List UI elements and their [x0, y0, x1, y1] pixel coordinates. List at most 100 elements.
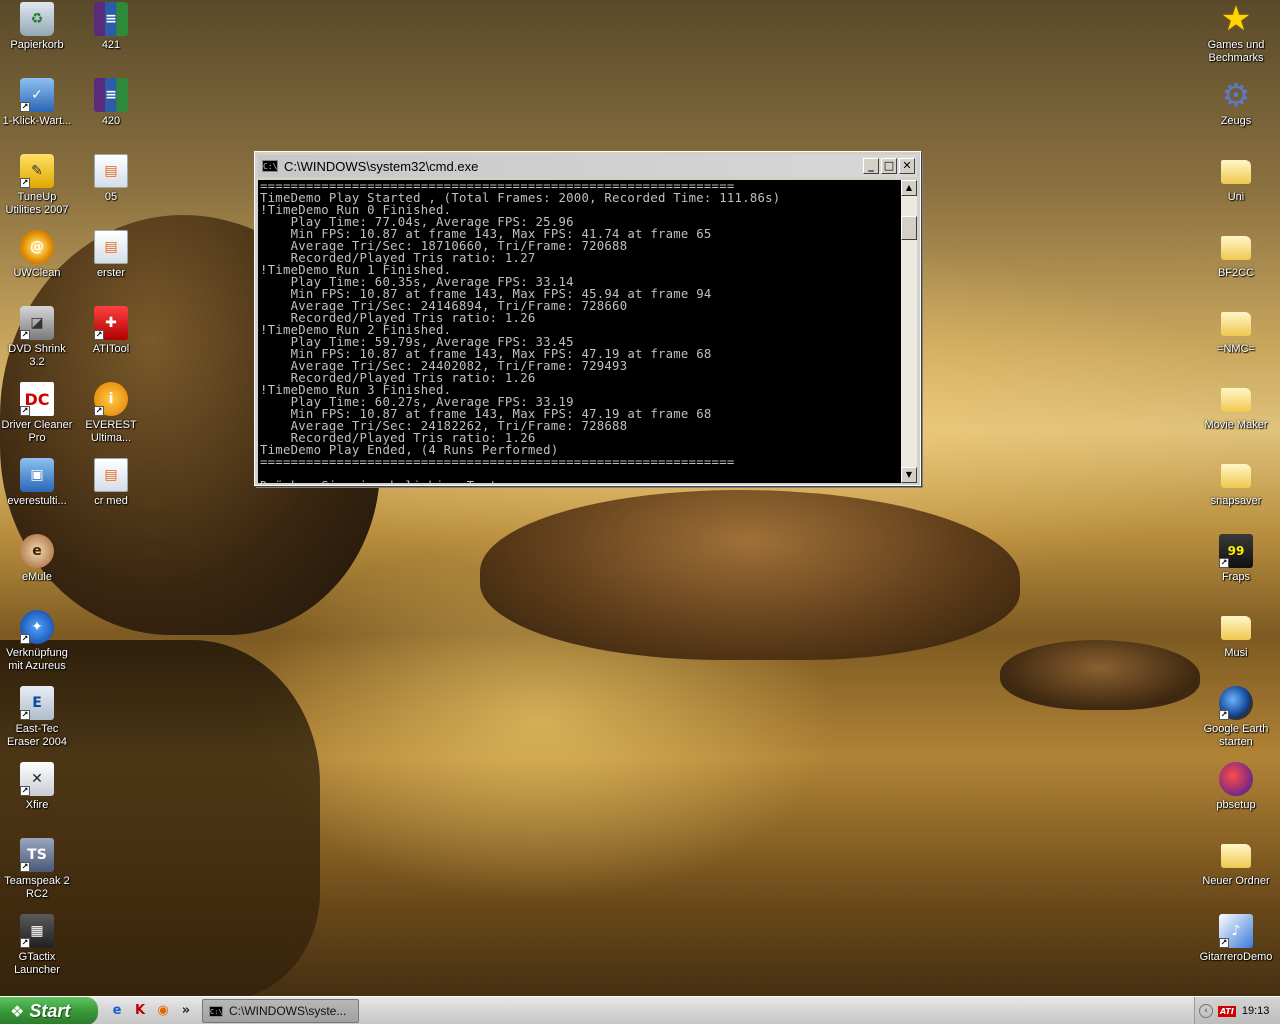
start-button[interactable]: ❖ Start: [0, 997, 98, 1024]
desktop-icon[interactable]: Movie Maker: [1199, 382, 1273, 432]
desktop-icon[interactable]: BF2CC: [1199, 230, 1273, 280]
more-chevron-icon[interactable]: »: [177, 1002, 195, 1020]
desktop-icon[interactable]: ✕ ↗ Xfire: [0, 762, 74, 812]
desktop-icon[interactable]: ✓ ↗ 1-Klick-Wart...: [0, 78, 74, 128]
internet-explorer-icon[interactable]: e: [108, 1002, 126, 1020]
kaspersky-icon[interactable]: K: [131, 1002, 149, 1020]
tuneup-oneclick-icon: ✓ ↗: [20, 78, 54, 112]
scroll-down-button[interactable]: ▼: [901, 467, 917, 483]
desktop-icon[interactable]: ♪ ↗ GitarreroDemo: [1199, 914, 1273, 964]
desktop-icon[interactable]: Uni: [1199, 154, 1273, 204]
shortcut-arrow-icon: ↗: [94, 406, 104, 416]
cmd-titlebar[interactable]: C:\ C:\WINDOWS\system32\cmd.exe _ □ ✕: [258, 155, 917, 177]
desktop-icon[interactable]: 99 ↗ Fraps: [1199, 534, 1273, 584]
desktop-icon[interactable]: ♻ Papierkorb: [0, 2, 74, 52]
system-tray: ‹ ATI 19:13: [1194, 997, 1280, 1024]
desktop-icon[interactable]: Musi: [1199, 610, 1273, 660]
close-button[interactable]: ✕: [899, 158, 915, 174]
desktop-icon[interactable]: ▦ ↗ GTactix Launcher: [0, 914, 74, 977]
east-tec-eraser-icon: E ↗: [20, 686, 54, 720]
desktop-icon[interactable]: i ↗ EVEREST Ultima...: [74, 382, 148, 445]
desktop-icon[interactable]: ✎ ↗ TuneUp Utilities 2007: [0, 154, 74, 217]
desktop-icon[interactable]: ▣ everestulti...: [0, 458, 74, 508]
desktop-icon[interactable]: ↗ Google Earth starten: [1199, 686, 1273, 749]
desktop-icon[interactable]: Neuer Ordner: [1199, 838, 1273, 888]
desktop-icon[interactable]: ≡ 421: [74, 2, 148, 52]
dvd-shrink-icon: ◪ ↗: [20, 306, 54, 340]
desktop-icon[interactable]: ▤ 05: [74, 154, 148, 204]
wallpaper-rock-center: [480, 490, 1020, 660]
desktop-icon[interactable]: snapsaver: [1199, 458, 1273, 508]
scroll-thumb[interactable]: [901, 216, 917, 240]
fraps-icon: 99 ↗: [1219, 534, 1253, 568]
desktop-icon-label: 1-Klick-Wart...: [2, 115, 72, 127]
shortcut-arrow-icon: ↗: [1219, 558, 1229, 568]
shortcut-arrow-icon: ↗: [94, 330, 104, 340]
document-icon: ▤: [94, 458, 128, 492]
desktop-icon-label: 05: [104, 191, 118, 203]
uwclean-icon: @: [20, 230, 54, 264]
wallpaper-rock-right: [1000, 640, 1200, 710]
cmd-window-icon[interactable]: C:\: [262, 160, 278, 172]
cmd-window-title: C:\WINDOWS\system32\cmd.exe: [284, 158, 479, 174]
desktop-icon-label: Google Earth starten: [1203, 723, 1269, 748]
desktop-icon[interactable]: ★ Games und Bechmarks: [1199, 0, 1273, 65]
document-icon: ▤: [94, 230, 128, 264]
windows-logo-icon: ❖: [10, 1001, 25, 1021]
clock[interactable]: 19:13: [1242, 1005, 1270, 1017]
desktop-icon[interactable]: ▤ cr med: [74, 458, 148, 508]
folder-icon: [1221, 236, 1251, 260]
desktop-icon-label: pbsetup: [1216, 799, 1256, 811]
start-label: Start: [29, 1000, 71, 1021]
gitarrero-icon: ♪ ↗: [1219, 914, 1253, 948]
desktop-icon-label: BF2CC: [1217, 267, 1255, 279]
desktop-icon[interactable]: e eMule: [0, 534, 74, 584]
desktop-icon[interactable]: ◪ ↗ DVD Shrink 3.2: [0, 306, 74, 369]
desktop-icon[interactable]: ≡ 420: [74, 78, 148, 128]
winrar-archive-icon: ≡: [94, 78, 128, 112]
desktop-icon-label: Musi: [1224, 647, 1248, 659]
desktop-icon-label: 421: [101, 39, 121, 51]
ati-tray-icon[interactable]: ATI: [1218, 1005, 1236, 1017]
minimize-button[interactable]: _: [863, 158, 879, 174]
folder-icon: [1221, 616, 1251, 640]
desktop-icon[interactable]: pbsetup: [1199, 762, 1273, 812]
desktop-icon-label: cr med: [94, 495, 128, 507]
console-scrollbar[interactable]: ▲ ▼: [901, 180, 917, 483]
desktop-icon[interactable]: ⚙ Zeugs: [1199, 76, 1273, 128]
shortcut-arrow-icon: ↗: [20, 406, 30, 416]
desktop-icon[interactable]: TS ↗ Teamspeak 2 RC2: [0, 838, 74, 901]
scroll-up-button[interactable]: ▲: [901, 180, 917, 196]
desktop-icon[interactable]: ▤ erster: [74, 230, 148, 280]
atitool-icon: ✚ ↗: [94, 306, 128, 340]
desktop-icon[interactable]: @ UWClean: [0, 230, 74, 280]
show-hidden-icons-button[interactable]: ‹: [1199, 1004, 1213, 1018]
document-icon: ▤: [94, 154, 128, 188]
shortcut-arrow-icon: ↗: [20, 710, 30, 720]
desktop-icon[interactable]: ✦ ↗ Verknüpfung mit Azureus: [0, 610, 74, 673]
desktop-icon[interactable]: ✚ ↗ ATITool: [74, 306, 148, 356]
desktop-icon-label: ATITool: [92, 343, 130, 355]
everest-installer-icon: ▣: [20, 458, 54, 492]
driver-cleaner-icon: DC ↗: [20, 382, 54, 416]
desktop-icon[interactable]: E ↗ East-Tec Eraser 2004: [0, 686, 74, 749]
firefox-icon[interactable]: ◉: [154, 1002, 172, 1020]
desktop-icon-label: East-Tec Eraser 2004: [7, 723, 67, 748]
desktop-icon-label: Fraps: [1221, 571, 1251, 583]
tuneup-icon: ✎ ↗: [20, 154, 54, 188]
desktop-icon-label: Neuer Ordner: [1202, 875, 1270, 887]
console-output[interactable]: ========================================…: [258, 180, 901, 483]
shortcut-arrow-icon: ↗: [1219, 938, 1229, 948]
desktop-icon-label: GitarreroDemo: [1199, 951, 1273, 963]
desktop-icon[interactable]: =NMC=: [1199, 306, 1273, 356]
taskbar: ❖ Start e K ◉ » C:\ C:\WINDOWS\syste... ‹ A…: [0, 996, 1280, 1024]
cmd-window[interactable]: C:\ C:\WINDOWS\system32\cmd.exe _ □ ✕ ==…: [254, 151, 921, 486]
shortcut-arrow-icon: ↗: [20, 862, 30, 872]
desktop-icon-label: GTactix Launcher: [14, 951, 60, 976]
desktop-icon[interactable]: DC ↗ Driver Cleaner Pro: [0, 382, 74, 445]
taskbar-button-cmd[interactable]: C:\ C:\WINDOWS\syste...: [202, 999, 359, 1023]
shortcut-arrow-icon: ↗: [20, 786, 30, 796]
maximize-button[interactable]: □: [881, 158, 897, 174]
shortcut-arrow-icon: ↗: [20, 634, 30, 644]
teamspeak-icon: TS ↗: [20, 838, 54, 872]
